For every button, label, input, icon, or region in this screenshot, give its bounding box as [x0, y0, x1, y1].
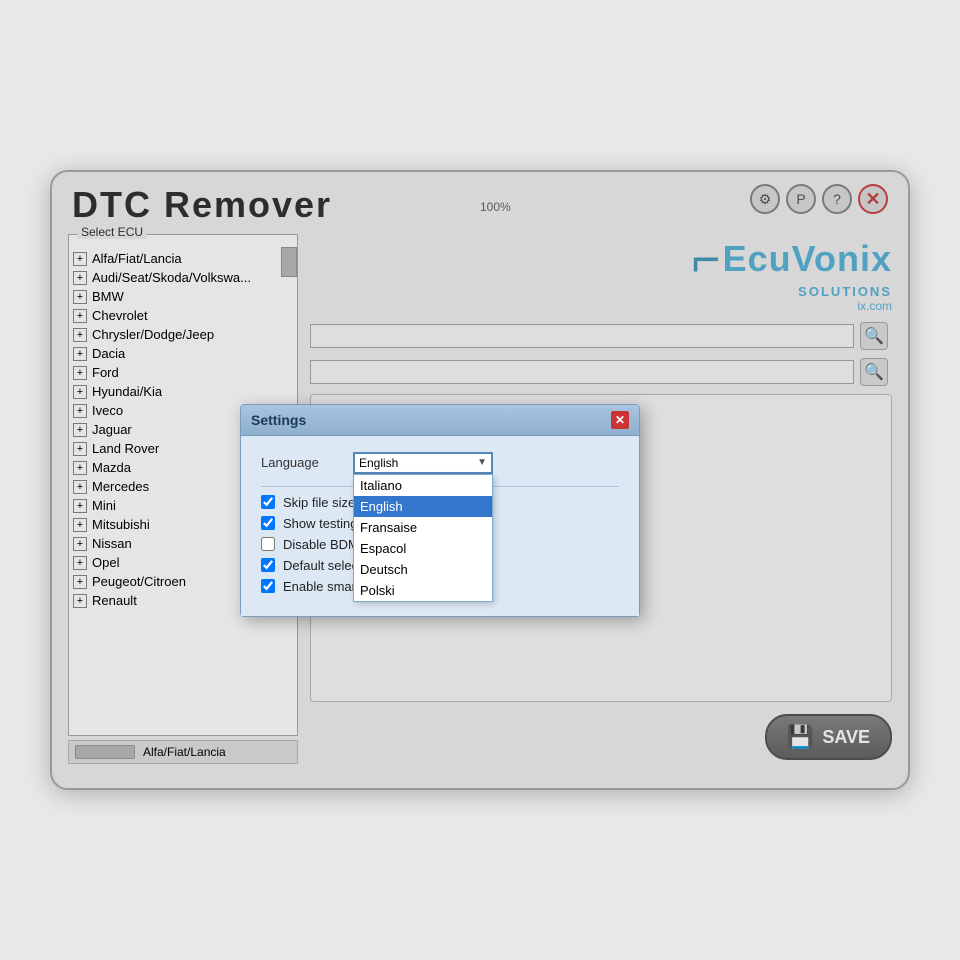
language-row: Language English ▼ ItalianoEnglishFransa… — [261, 452, 619, 474]
language-option[interactable]: Espacol — [354, 538, 492, 559]
language-label: Language — [261, 455, 341, 470]
language-option[interactable]: Deutsch — [354, 559, 492, 580]
settings-overlay: Settings ✕ Language English ▼ ItalianoEn… — [52, 172, 908, 788]
dialog-checkbox[interactable] — [261, 558, 275, 572]
app-window: DTC Remover 100% ⚙ P ? ✕ Select ECU +Alf… — [50, 170, 910, 790]
language-option[interactable]: English — [354, 496, 492, 517]
dialog-checkbox[interactable] — [261, 537, 275, 551]
language-current-value: English — [359, 456, 398, 470]
dialog-title: Settings — [251, 412, 306, 428]
dialog-body: Language English ▼ ItalianoEnglishFransa… — [241, 436, 639, 616]
dropdown-arrow-icon: ▼ — [477, 457, 487, 468]
dialog-title-bar: Settings ✕ — [241, 405, 639, 436]
dialog-checkbox[interactable] — [261, 579, 275, 593]
dialog-close-button[interactable]: ✕ — [611, 411, 629, 429]
dialog-checkbox[interactable] — [261, 516, 275, 530]
language-option[interactable]: Polski — [354, 580, 492, 601]
language-dropdown: ItalianoEnglishFransaiseEspacolDeutschPo… — [353, 474, 493, 602]
settings-dialog: Settings ✕ Language English ▼ ItalianoEn… — [240, 404, 640, 617]
language-select-box[interactable]: English ▼ — [353, 452, 493, 474]
language-select-container: English ▼ ItalianoEnglishFransaiseEspaco… — [353, 452, 493, 474]
language-option[interactable]: Fransaise — [354, 517, 492, 538]
language-option[interactable]: Italiano — [354, 475, 492, 496]
dialog-checkbox[interactable] — [261, 495, 275, 509]
